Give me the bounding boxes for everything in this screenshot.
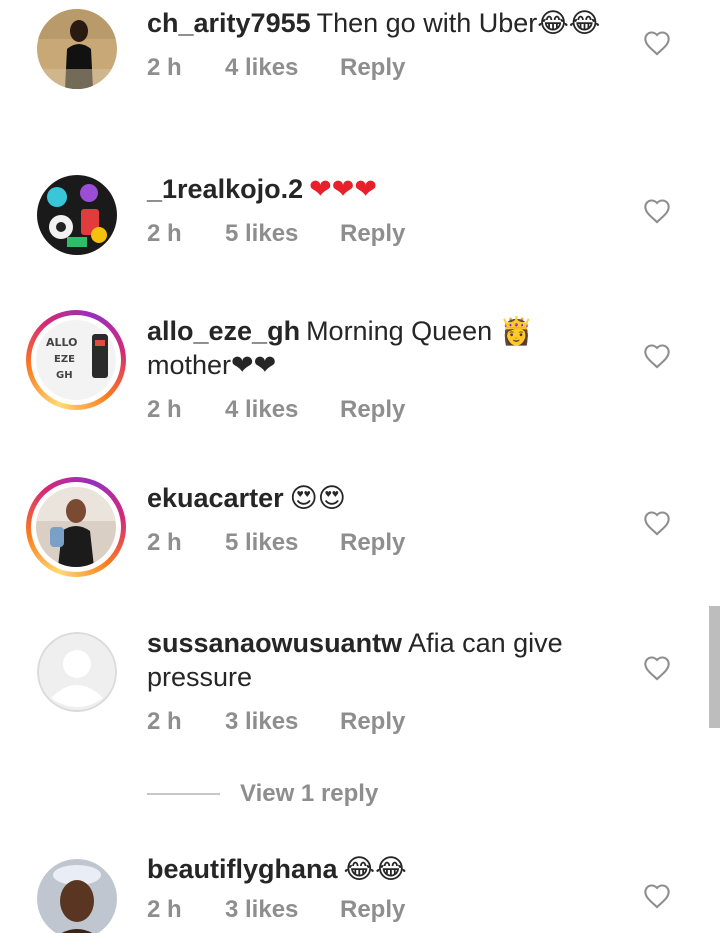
reply-button[interactable]: Reply (340, 529, 405, 557)
avatar[interactable] (36, 858, 118, 933)
comment-username[interactable]: ch_arity7955 (147, 8, 311, 38)
avatar[interactable] (26, 477, 126, 577)
comment-message: Then go with Uber😂😂 (316, 8, 601, 38)
avatar-text-line: ALLO (46, 336, 78, 349)
avatar-image (37, 175, 117, 255)
avatar[interactable]: ALLO EZE GH (26, 310, 126, 410)
heart-outline-icon (644, 199, 670, 224)
comment-likes[interactable]: 3 likes (225, 708, 340, 736)
comment-likes[interactable]: 4 likes (225, 54, 340, 82)
comment-text: beautiflyghana 😂😂 (147, 852, 617, 886)
like-button[interactable] (640, 506, 674, 540)
comment-time: 2 h (147, 708, 182, 735)
comment-likes[interactable]: 5 likes (225, 529, 340, 557)
avatar[interactable] (36, 174, 118, 256)
comment-meta: 2 h 5 likes Reply (147, 528, 617, 558)
heart-outline-icon (644, 884, 670, 909)
scrollbar-thumb[interactable] (709, 606, 720, 728)
comment-time: 2 h (147, 529, 182, 556)
like-button[interactable] (640, 26, 674, 60)
avatar[interactable] (36, 8, 118, 90)
comment-text: allo_eze_gh Morning Queen 👸 mother❤❤ (147, 314, 617, 382)
comment-likes[interactable]: 3 likes (225, 896, 340, 924)
view-replies-button[interactable]: View 1 reply (147, 778, 378, 810)
comment-username[interactable]: _1realkojo.2 (147, 174, 303, 204)
heart-outline-icon (644, 31, 670, 56)
comment-text: _1realkojo.2 ❤❤❤ (147, 172, 617, 206)
story-ring (31, 482, 121, 572)
comment-username[interactable]: beautiflyghana (147, 854, 338, 884)
comment-time: 2 h (147, 54, 182, 81)
reply-button[interactable]: Reply (340, 896, 405, 924)
comment-message: 😍😍 (289, 483, 346, 513)
comment-meta: 2 h 3 likes Reply (147, 707, 617, 737)
heart-outline-icon (644, 656, 670, 681)
comment-likes[interactable]: 4 likes (225, 396, 340, 424)
reply-button[interactable]: Reply (340, 708, 405, 736)
comment-likes[interactable]: 5 likes (225, 220, 340, 248)
avatar-image (37, 859, 117, 933)
like-button[interactable] (640, 194, 674, 228)
comment-meta: 2 h 4 likes Reply (147, 53, 617, 83)
avatar-image (36, 487, 116, 567)
avatar-text-line: GH (56, 370, 73, 381)
like-button[interactable] (640, 879, 674, 913)
heart-outline-icon (644, 511, 670, 536)
comment-username[interactable]: sussanaowusuantw (147, 628, 402, 658)
heart-outline-icon (644, 344, 670, 369)
comment-meta: 2 h 3 likes Reply (147, 895, 617, 925)
comment-text: ch_arity7955 Then go with Uber😂😂 (147, 6, 617, 40)
comment-text: ekuacarter 😍😍 (147, 481, 617, 515)
reply-button[interactable]: Reply (340, 396, 405, 424)
default-avatar-icon (37, 632, 117, 712)
avatar[interactable] (36, 631, 118, 713)
reply-button[interactable]: Reply (340, 220, 405, 248)
comment-username[interactable]: ekuacarter (147, 483, 284, 513)
like-button[interactable] (640, 339, 674, 373)
comment-text: sussanaowusuantw Afia can give pressure (147, 626, 617, 694)
comment-meta: 2 h 5 likes Reply (147, 219, 617, 249)
comments-screen: ch_arity7955 Then go with Uber😂😂 2 h 4 li… (0, 0, 720, 933)
replies-divider (147, 793, 220, 795)
comment-message: ❤❤❤ (309, 174, 377, 204)
view-replies-label: View 1 reply (240, 780, 379, 807)
comment-time: 2 h (147, 896, 182, 923)
reply-button[interactable]: Reply (340, 54, 405, 82)
comment-username[interactable]: allo_eze_gh (147, 316, 300, 346)
comment-time: 2 h (147, 220, 182, 247)
avatar-image: ALLO EZE GH (36, 320, 116, 400)
avatar-text-line: EZE (54, 354, 75, 365)
like-button[interactable] (640, 651, 674, 685)
comment-time: 2 h (147, 396, 182, 423)
story-ring: ALLO EZE GH (31, 315, 121, 405)
comment-message: 😂😂 (343, 854, 407, 884)
comment-meta: 2 h 4 likes Reply (147, 395, 617, 425)
avatar-image (37, 9, 117, 89)
